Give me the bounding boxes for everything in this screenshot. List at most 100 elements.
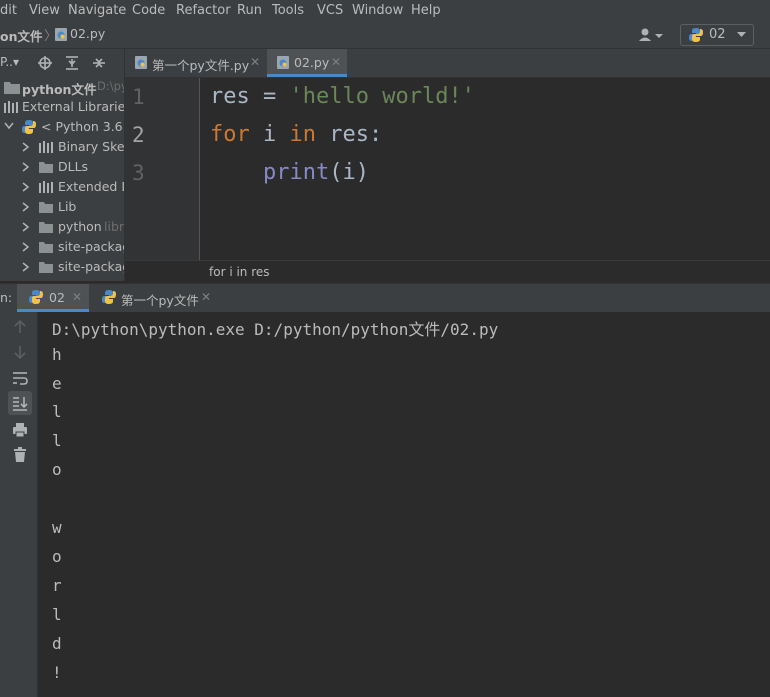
tree-item-extended-definitions[interactable]: Extended D <box>0 177 124 197</box>
menu-view[interactable]: View <box>29 3 60 18</box>
console-line: D:\python\python.exe D:/python/python文件/… <box>52 320 499 339</box>
expand-all-icon[interactable] <box>65 56 79 70</box>
menu-vcs[interactable]: VCS <box>317 3 343 18</box>
tree-item-hint: libr <box>104 219 125 234</box>
chevron-right-icon <box>22 262 30 272</box>
tree-item-site-packages-2[interactable]: site-packag <box>0 257 124 277</box>
run-tab-02[interactable]: 02 ✕ <box>17 284 89 312</box>
editor-breadcrumb-bar: for i in res <box>125 260 770 284</box>
tree-item-python-sdk[interactable]: < Python 3.6 > <box>0 117 124 137</box>
code-token: print <box>262 160 330 185</box>
code-token: (i) <box>329 160 369 185</box>
tree-item-lib[interactable]: Lib <box>0 197 124 217</box>
tree-item-root[interactable]: python文件 D:\py <box>0 77 124 97</box>
chevron-right-icon <box>22 162 30 172</box>
code-token: i <box>249 122 290 147</box>
code-token: res: <box>316 122 383 147</box>
python-icon <box>22 120 36 134</box>
folder-icon <box>39 202 53 213</box>
project-view-selector[interactable]: P..▾ <box>0 55 19 69</box>
console-line: l <box>52 431 62 450</box>
console-line: o <box>52 547 62 566</box>
code-token: for <box>210 122 250 147</box>
arrow-up-icon[interactable] <box>12 319 28 335</box>
print-icon[interactable] <box>12 422 28 438</box>
run-configuration-selector[interactable]: 02 <box>680 24 754 46</box>
tree-item-dlls[interactable]: DLLs <box>0 157 124 177</box>
tree-item-python-sdk-label: < Python 3.6 > <box>41 119 124 134</box>
soft-wrap-icon[interactable] <box>12 370 28 386</box>
run-label: n: <box>0 290 13 305</box>
console-line: w <box>52 518 62 537</box>
close-icon[interactable]: ✕ <box>331 55 341 69</box>
menu-window[interactable]: Window <box>352 3 403 18</box>
breadcrumb-file[interactable]: 02.py <box>70 26 105 41</box>
menu-edit[interactable]: dit <box>0 3 17 18</box>
line-number: 3 <box>132 161 145 185</box>
tree-item-external-libraries[interactable]: External Libraries <box>0 97 124 117</box>
menu-tools[interactable]: Tools <box>272 3 304 18</box>
tree-item-root-label: python文件 <box>22 82 97 97</box>
editor-breadcrumb[interactable]: for i in res <box>209 265 270 279</box>
python-file-icon <box>55 28 67 41</box>
tree-item-label: python <box>58 219 102 234</box>
run-tab-first-py-file[interactable]: 第一个py文件 ✕ <box>90 284 220 312</box>
tab-label: 第一个py文件.py <box>152 58 250 73</box>
tree-item-python[interactable]: python libr <box>0 217 124 237</box>
run-tab-label: 第一个py文件 <box>121 293 199 308</box>
tree-item-root-path: D:\py <box>97 79 125 93</box>
trash-icon[interactable] <box>12 447 28 463</box>
python-file-icon <box>277 56 289 69</box>
folder-icon <box>39 222 53 233</box>
folder-icon <box>39 262 53 273</box>
collapse-all-icon[interactable] <box>92 56 106 70</box>
line-number: 1 <box>132 85 145 109</box>
console-line: r <box>52 576 62 595</box>
folder-icon <box>39 242 53 253</box>
console-line: l <box>52 402 62 421</box>
chevron-right-icon <box>22 182 30 192</box>
breadcrumb-folder[interactable]: on文件 <box>0 26 43 45</box>
tree-item-site-packages[interactable]: site-packag <box>0 237 124 257</box>
console-line: ! <box>52 663 62 682</box>
menu-help[interactable]: Help <box>411 3 441 18</box>
menu-refactor[interactable]: Refactor <box>176 3 231 18</box>
tree-item-label: site-packag <box>58 239 125 254</box>
close-icon[interactable]: ✕ <box>201 290 211 304</box>
library-icon <box>39 141 53 153</box>
console-line: l <box>52 605 62 624</box>
user-icon[interactable] <box>638 27 664 43</box>
run-tab-label: 02 <box>49 290 65 305</box>
menu-code[interactable]: Code <box>132 3 165 18</box>
menu-navigate[interactable]: Navigate <box>68 3 126 18</box>
code-line-3: print(i) <box>210 160 369 185</box>
tab-label: 02.py <box>294 55 330 70</box>
locate-icon[interactable] <box>38 56 52 70</box>
tree-item-external-libraries-label: External Libraries <box>22 99 125 114</box>
console-output[interactable]: D:\python\python.exe D:/python/python文件/… <box>38 312 770 697</box>
code-line-1: res = 'hello world!' <box>210 84 475 109</box>
tree-item-label: Binary Skel <box>58 139 125 154</box>
python-icon <box>29 290 43 304</box>
tab-first-py-file[interactable]: 第一个py文件.py ✕ <box>125 49 266 77</box>
library-icon <box>4 101 18 113</box>
tree-item-binary-skeletons[interactable]: Binary Skel <box>0 137 124 157</box>
code-token: res <box>210 84 250 109</box>
chevron-down-icon <box>737 32 746 37</box>
python-icon <box>102 290 116 304</box>
run-tool-window-header: n: 02 ✕ 第一个py文件 ✕ <box>0 283 770 313</box>
arrow-down-icon[interactable] <box>12 344 28 360</box>
code-editor[interactable]: res = 'hello world!' for i in res: print… <box>200 78 770 260</box>
tab-02-py[interactable]: 02.py ✕ <box>267 49 347 77</box>
run-toolbar <box>0 312 38 697</box>
code-token: 'hello world!' <box>289 84 475 109</box>
navigation-bar: on文件 〉 02.py 02 <box>0 22 770 49</box>
scroll-to-end-toggle[interactable] <box>8 391 32 415</box>
menu-run[interactable]: Run <box>237 3 262 18</box>
close-icon[interactable]: ✕ <box>72 290 82 304</box>
close-icon[interactable]: ✕ <box>250 55 260 69</box>
python-icon <box>689 28 703 42</box>
console-line: h <box>52 345 62 364</box>
scroll-to-end-icon <box>13 397 28 411</box>
